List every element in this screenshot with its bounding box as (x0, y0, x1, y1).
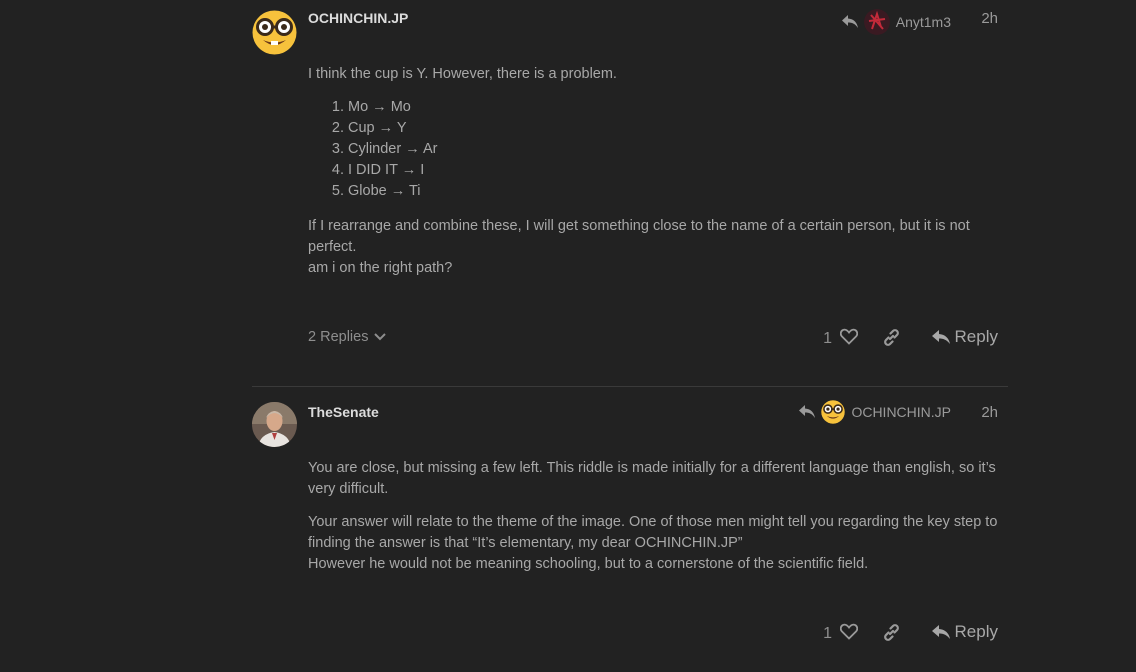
post-divider (252, 386, 1008, 387)
show-replies-button[interactable]: 2 Replies (308, 329, 387, 345)
link-icon (884, 329, 899, 346)
element-list: Mo → Mo Cup → Y Cylinder → Ar I DID IT →… (308, 97, 1008, 202)
reply-to-username: Anyt1m3 (895, 14, 951, 30)
list-item: Cup → Y (348, 118, 1008, 139)
reply-label: Reply (954, 622, 998, 641)
reply-button[interactable]: Reply (931, 622, 998, 642)
list-item: Cylinder → Ar (348, 139, 1008, 160)
list-item: Globe → Ti (348, 181, 1008, 202)
post-paragraph: If I rearrange and combine these, I will… (308, 218, 970, 255)
post-paragraph: Your answer will relate to the theme of … (308, 514, 998, 551)
reply-to-username: OCHINCHIN.JP (851, 404, 951, 420)
reply-to-avatar (863, 9, 890, 35)
post-paragraph: However he would not be meaning schoolin… (308, 556, 869, 572)
copy-link-button[interactable] (882, 623, 901, 647)
post-age[interactable]: 2h (981, 404, 998, 421)
post-username[interactable]: TheSenate (308, 404, 379, 420)
avatar[interactable] (252, 402, 297, 447)
link-icon (884, 624, 899, 641)
nerd-face-emoji-icon (821, 400, 846, 424)
reply-to-avatar (821, 400, 846, 424)
copy-link-button[interactable] (882, 328, 901, 352)
post-body: You are close, but missing a few left. T… (308, 458, 1008, 575)
reply-arrow-icon (931, 624, 950, 639)
reply-arrow-icon (799, 405, 816, 418)
spider-avatar-icon (863, 9, 890, 35)
user-photo-avatar (252, 402, 297, 447)
reply-arrow-icon (841, 15, 858, 28)
like-button[interactable] (839, 623, 859, 645)
post-paragraph: am i on the right path? (308, 260, 453, 276)
reply-to-indicator[interactable]: OCHINCHIN.JP (799, 400, 951, 424)
post-actions: 2 Replies 1 Reply (252, 323, 1008, 353)
nerd-face-emoji-icon (252, 10, 297, 55)
chevron-down-icon (374, 333, 387, 341)
reply-label: Reply (954, 327, 998, 346)
post-actions: 1 Reply (252, 618, 1008, 648)
like-button[interactable] (839, 328, 859, 350)
post-paragraph: I think the cup is Y. However, there is … (308, 66, 617, 82)
post-ochinchin: OCHINCHIN.JP Anyt1m3 2h I think the cup … (252, 8, 1008, 368)
post-age[interactable]: 2h (981, 10, 998, 27)
post-thesenate: TheSenate OCHINCHIN.JP 2h You are close,… (252, 400, 1008, 662)
post-paragraph: You are close, but missing a few left. T… (308, 460, 996, 497)
list-item: I DID IT → I (348, 160, 1008, 181)
heart-icon (839, 623, 859, 640)
heart-icon (839, 328, 859, 345)
reply-to-indicator[interactable]: Anyt1m3 (841, 9, 951, 35)
list-item: Mo → Mo (348, 97, 1008, 118)
like-count[interactable]: 1 (823, 625, 832, 643)
reply-button[interactable]: Reply (931, 327, 998, 347)
like-count[interactable]: 1 (823, 330, 832, 348)
reply-arrow-icon (931, 329, 950, 344)
post-username[interactable]: OCHINCHIN.JP (308, 10, 408, 26)
replies-label: 2 Replies (308, 329, 369, 345)
post-body: I think the cup is Y. However, there is … (308, 64, 1008, 279)
avatar[interactable] (252, 10, 297, 55)
